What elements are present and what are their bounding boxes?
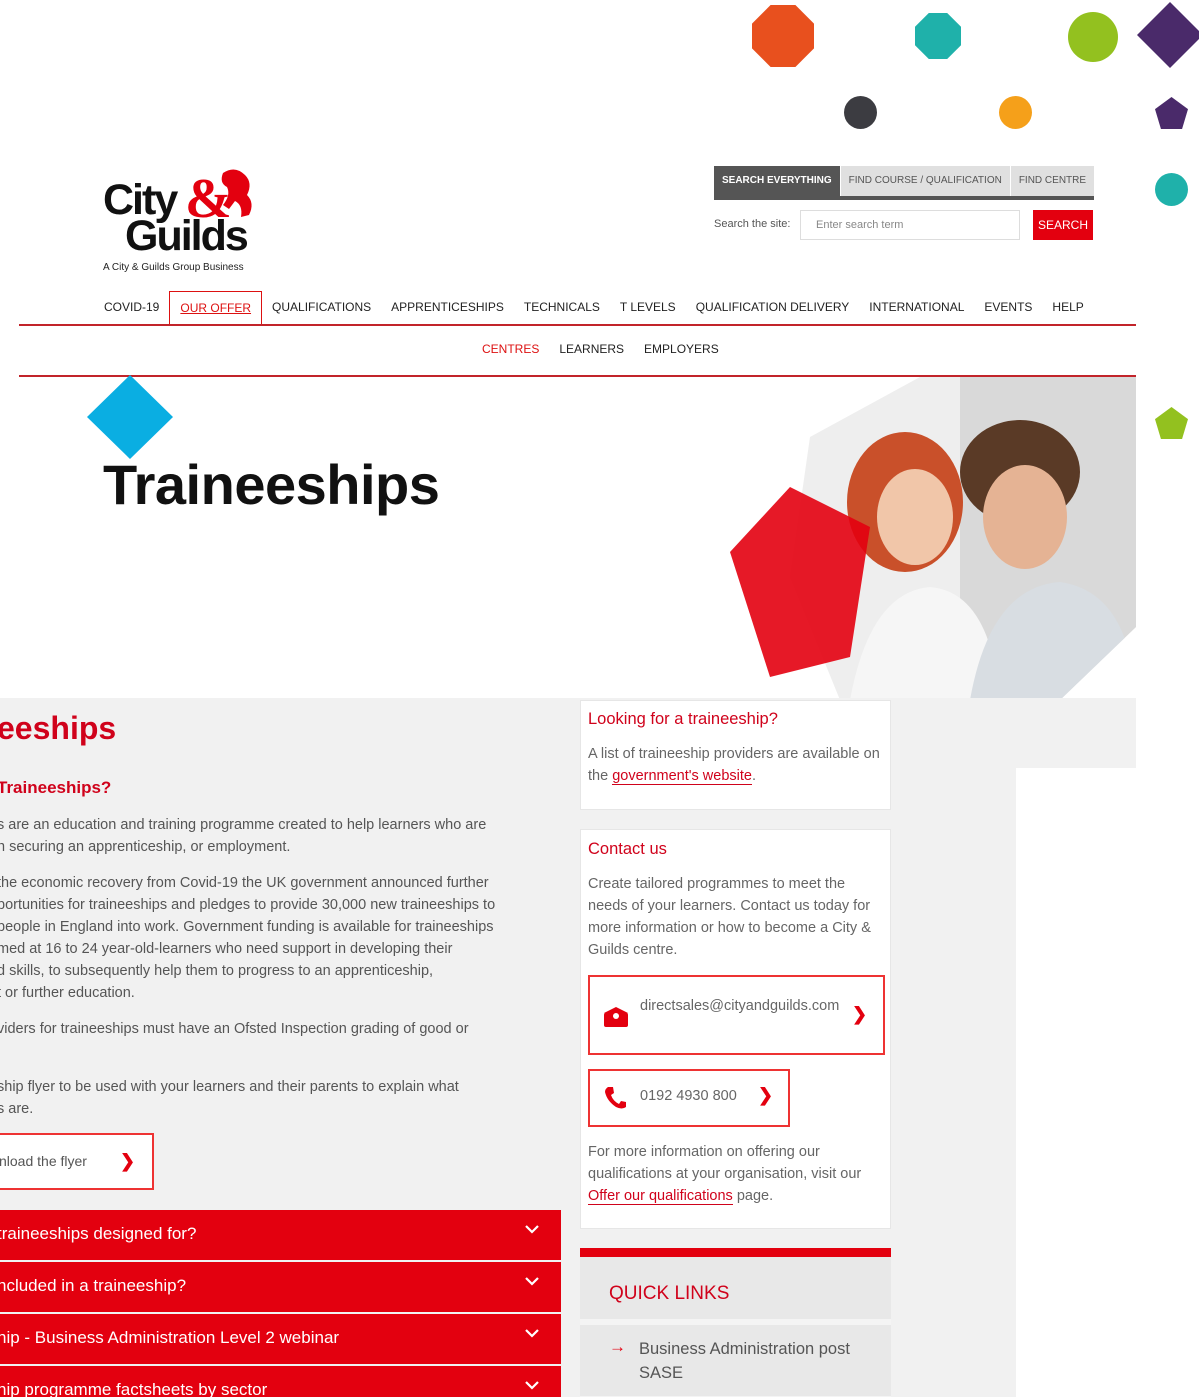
tab-search-everything[interactable]: SEARCH EVERYTHING [714, 166, 840, 196]
decorative-purple-diamond [1137, 2, 1199, 68]
decorative-teal-octagon [915, 13, 961, 59]
main-nav: COVID-19 OUR OFFER QUALIFICATIONS APPREN… [94, 291, 1094, 326]
nav-item-events[interactable]: EVENTS [974, 291, 1042, 325]
tab-find-course[interactable]: FIND COURSE / QUALIFICATION [839, 166, 1010, 196]
decorative-orange-octagon [752, 5, 814, 67]
paragraph-line: . [0, 1040, 469, 1062]
paragraph-line: s are an education and training programm… [0, 817, 487, 833]
paragraph-line: ship flyer to be used with your learners… [0, 1079, 459, 1095]
nav-item-our-offer[interactable]: OUR OFFER [169, 291, 263, 326]
looking-for-traineeship-card: Looking for a traineeship? A list of tra… [580, 700, 891, 810]
paragraph-line: viders for traineeships must have an Ofs… [0, 1021, 469, 1037]
paragraph-intro: s are an education and training programm… [0, 814, 486, 858]
article-heading: eeships [0, 710, 117, 746]
hero-photo-learners [730, 377, 1136, 700]
search-input[interactable] [800, 210, 1020, 240]
nav-item-covid-19[interactable]: COVID-19 [94, 291, 169, 325]
content-background [0, 698, 1136, 768]
sub-nav: CENTRES LEARNERS EMPLOYERS [472, 336, 729, 362]
card-title: Looking for a traineeship? [588, 710, 778, 728]
paragraph-covid: the economic recovery from Covid-19 the … [0, 872, 495, 1004]
sub-nav-employers[interactable]: EMPLOYERS [634, 336, 729, 362]
chevron-down-icon [525, 1381, 539, 1390]
logo-tagline: A City & Guilds Group Business [103, 262, 244, 273]
quick-links-panel: QUICK LINKS → Business Administration po… [580, 1248, 891, 1397]
arrow-right-icon: → [609, 1337, 626, 1356]
contact-more-info: For more information on offering our qua… [588, 1141, 878, 1207]
government-website-link[interactable]: government's website [612, 768, 752, 785]
contact-us-card: Contact us Create tailored programmes to… [580, 829, 891, 1229]
search-label: Search the site: [714, 218, 791, 230]
search-button[interactable]: SEARCH [1033, 210, 1093, 240]
decorative-teal-circle [1155, 173, 1188, 206]
decorative-green-pentagon [1155, 407, 1188, 439]
sub-nav-learners[interactable]: LEARNERS [549, 336, 634, 362]
decorative-dark-circle [844, 96, 877, 129]
nav-item-help[interactable]: HELP [1042, 291, 1093, 325]
tab-find-centre[interactable]: FIND CENTRE [1009, 166, 1095, 196]
decorative-green-circle [1068, 12, 1118, 62]
contact-more-before: For more information on offering our qua… [588, 1144, 862, 1182]
paragraph-line: d skills, to subsequently help them to p… [0, 963, 434, 979]
download-flyer-button[interactable]: nload the flyer ❯ [0, 1133, 154, 1190]
quick-links-divider [580, 1319, 891, 1325]
contact-intro: Create tailored programmes to meet the n… [588, 876, 871, 958]
accordion-label: hip programme factsheets by sector [0, 1380, 268, 1397]
search-tabs: SEARCH EVERYTHING FIND COURSE / QUALIFIC… [714, 166, 1095, 200]
paragraph-line: med at 16 to 24 year-old-learners who ne… [0, 941, 453, 957]
paragraph-line: portunities for traineeships and pledges… [0, 897, 496, 913]
offer-our-qualifications-link[interactable]: Offer our qualifications [588, 1188, 733, 1205]
nav-item-t-levels[interactable]: T LEVELS [610, 291, 686, 325]
nav-divider [19, 324, 1136, 326]
accordion-factsheets[interactable]: hip programme factsheets by sector [0, 1366, 561, 1397]
paragraph-line: people in England into work. Government … [0, 919, 494, 935]
quick-link-label: Business Administration post SASE [639, 1340, 850, 1382]
sub-nav-centres[interactable]: CENTRES [472, 336, 549, 362]
download-flyer-label: nload the flyer [0, 1153, 87, 1169]
logo-word-guilds: Guilds [125, 212, 249, 260]
nav-item-international[interactable]: INTERNATIONAL [859, 291, 974, 325]
contact-more-after: page. [732, 1188, 774, 1204]
nav-item-technicals[interactable]: TECHNICALS [514, 291, 610, 325]
quick-links-title: QUICK LINKS [609, 1283, 730, 1304]
chevron-right-icon: ❯ [758, 1085, 774, 1105]
hero-diamond-shape [87, 375, 173, 459]
city-and-guilds-logo[interactable]: City & Guilds A City & Guilds Group Busi… [103, 165, 263, 280]
accordion-included[interactable]: ncluded in a traineeship? [0, 1262, 561, 1312]
accordion-designed-for[interactable]: traineeships designed for? [0, 1210, 561, 1260]
accordion-webinar[interactable]: hip - Business Administration Level 2 we… [0, 1314, 561, 1364]
chevron-right-icon: ❯ [852, 1004, 868, 1024]
phone-contact-button[interactable]: 0192 4930 800 ❯ [588, 1069, 790, 1127]
chevron-down-icon [525, 1277, 539, 1286]
accordion-label: hip - Business Administration Level 2 we… [0, 1328, 340, 1347]
paragraph-line: t or further education. [0, 985, 135, 1001]
envelope-icon [604, 1007, 628, 1027]
phone-number: 0192 4930 800 [640, 1088, 737, 1104]
paragraph-line: the economic recovery from Covid-19 the … [0, 875, 489, 891]
card-text: A list of traineeship providers are avai… [588, 743, 883, 787]
card-text-after: . [751, 768, 757, 784]
email-address: directsales@cityandguilds.com [640, 998, 840, 1014]
nav-item-qualifications[interactable]: QUALIFICATIONS [262, 291, 381, 325]
chevron-right-icon: ❯ [120, 1151, 136, 1171]
email-contact-button[interactable]: directsales@cityandguilds.com ❯ [588, 975, 885, 1055]
paragraph-flyer: ship flyer to be used with your learners… [0, 1076, 459, 1120]
nav-item-apprenticeships[interactable]: APPRENTICESHIPS [381, 291, 514, 325]
article-subheading: Traineeships? [0, 778, 112, 797]
chevron-down-icon [525, 1329, 539, 1338]
paragraph-line: n securing an apprenticeship, or employm… [0, 839, 291, 855]
decorative-amber-circle [999, 96, 1032, 129]
paragraph-line: s are. [0, 1101, 34, 1117]
page-title: Traineeships [103, 453, 440, 516]
accordion-label: traineeships designed for? [0, 1224, 197, 1243]
nav-item-qualification-delivery[interactable]: QUALIFICATION DELIVERY [686, 291, 860, 325]
phone-icon [605, 1087, 626, 1109]
accordion-label: ncluded in a traineeship? [0, 1276, 187, 1295]
chevron-down-icon [525, 1225, 539, 1234]
paragraph-ofsted: viders for traineeships must have an Ofs… [0, 1018, 469, 1062]
decorative-purple-pentagon [1155, 97, 1188, 129]
card-title: Contact us [588, 840, 667, 858]
